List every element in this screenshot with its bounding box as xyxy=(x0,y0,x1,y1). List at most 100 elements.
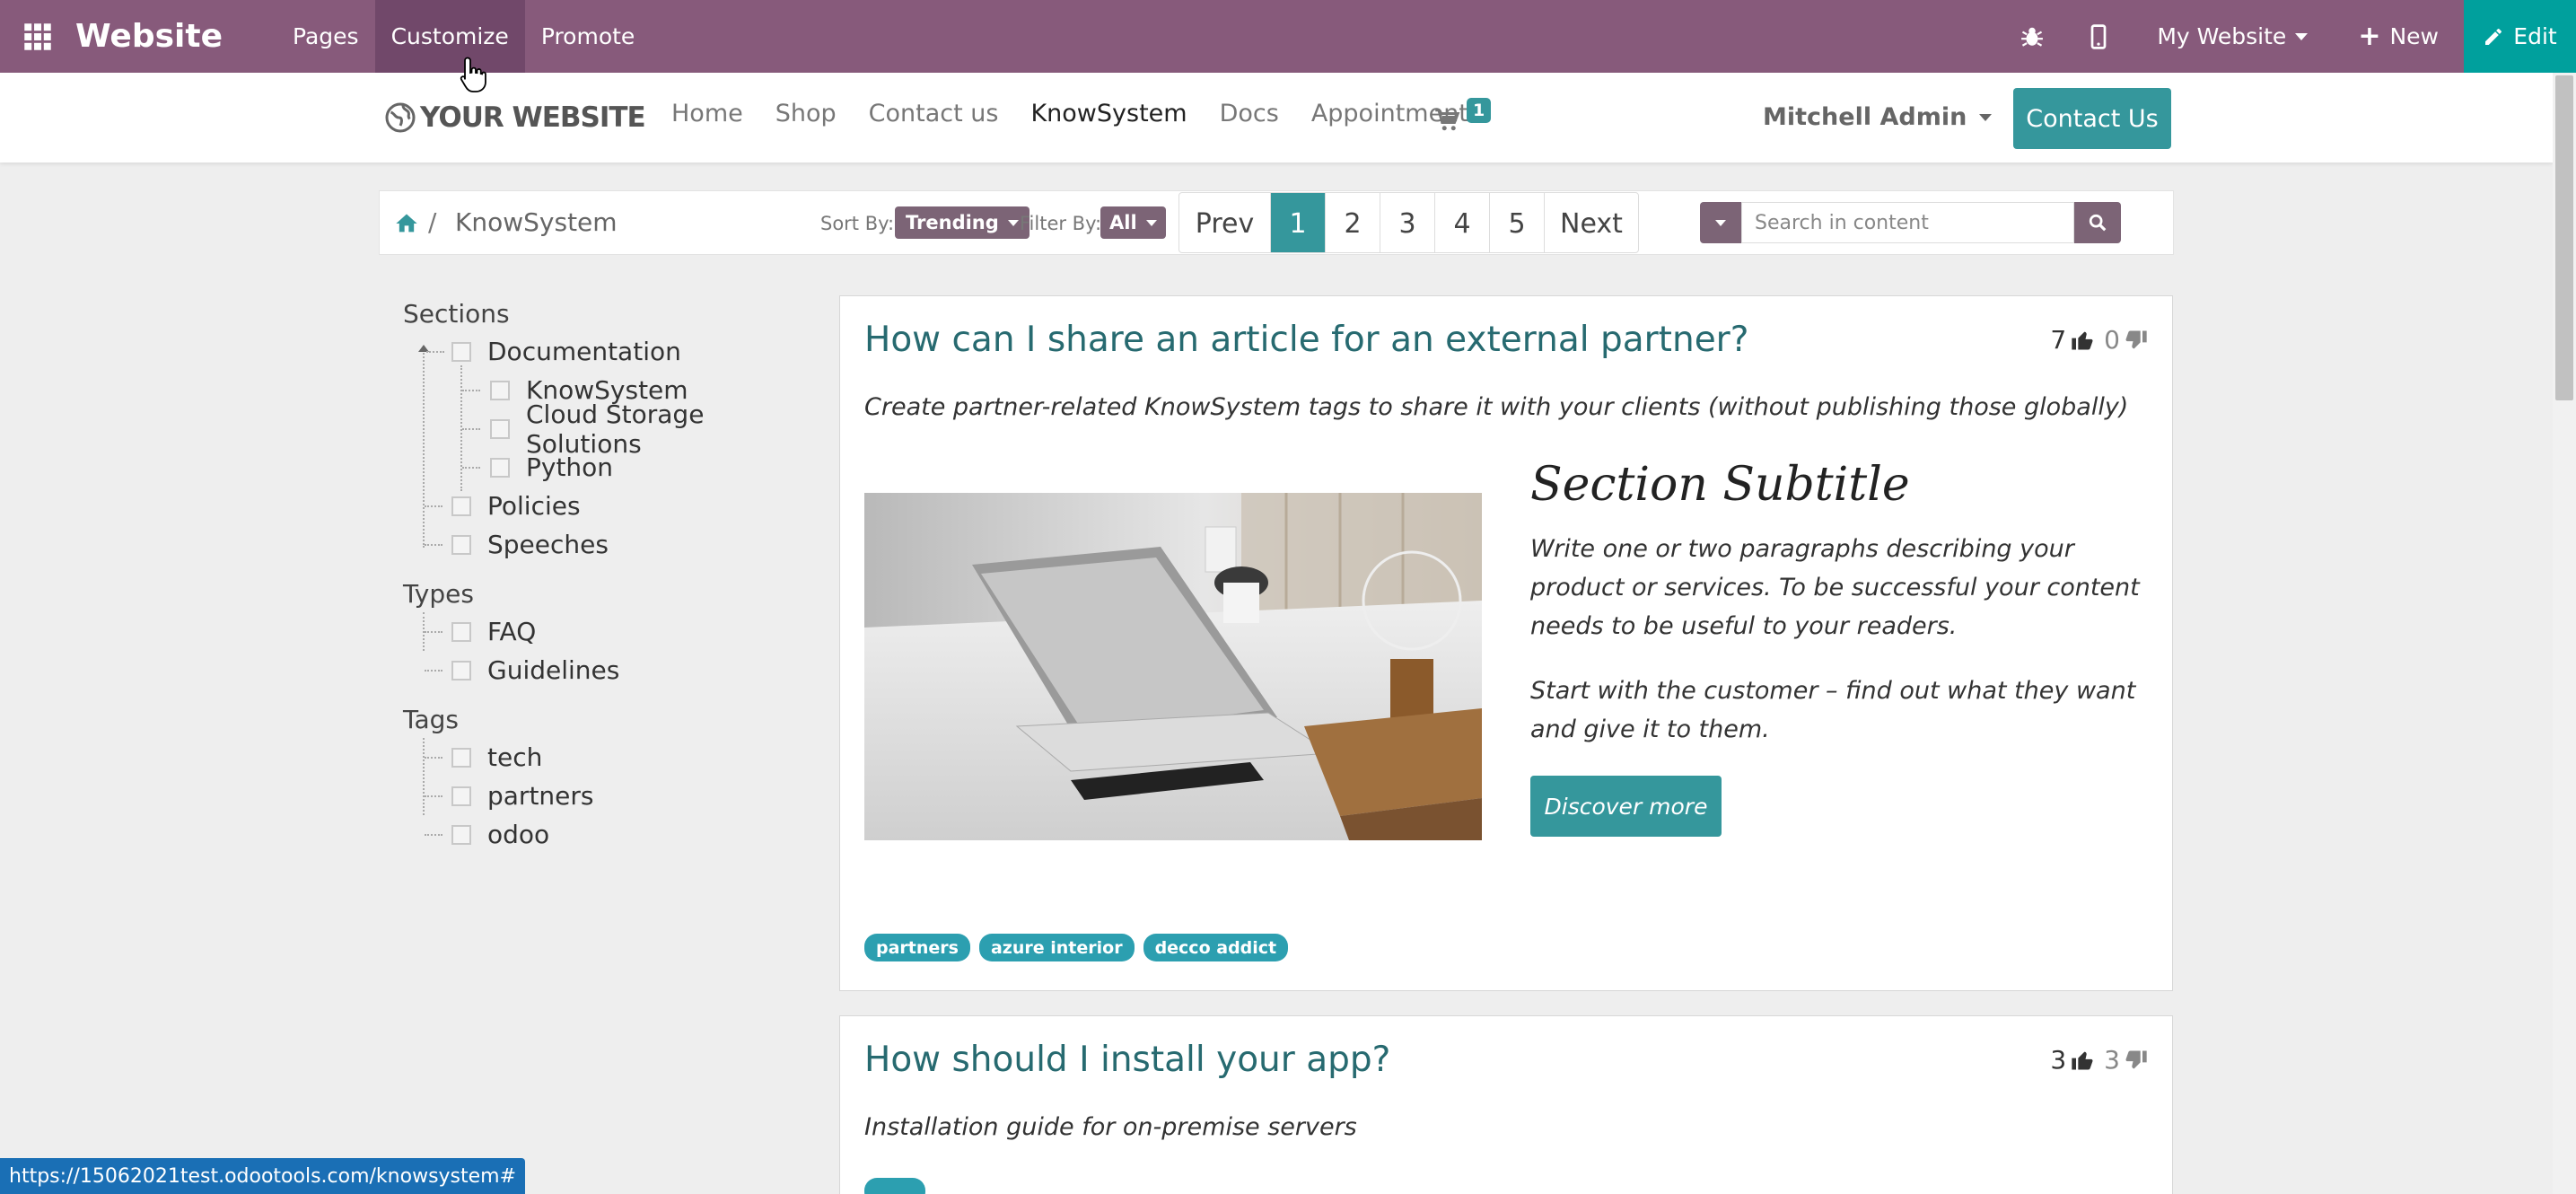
plus-icon: + xyxy=(2358,21,2381,52)
knowsystem-sidebar: Sections Documentation KnowSystem Cloud … xyxy=(403,296,825,854)
my-website-dropdown[interactable]: My Website xyxy=(2132,0,2333,73)
article-tags: partners azure interior decco addict xyxy=(864,934,1297,961)
tag-item[interactable]: odoo xyxy=(403,815,825,854)
admin-topbar: Website Pages Customize Promote My Websi… xyxy=(0,0,2576,73)
article-title[interactable]: How should I install your app? xyxy=(864,1040,1390,1080)
section-checkbox[interactable] xyxy=(490,380,510,400)
section-item[interactable]: Documentation xyxy=(403,332,825,548)
tag-checkbox[interactable] xyxy=(451,824,471,845)
types-title: Types xyxy=(403,579,474,609)
cart-link[interactable]: 1 xyxy=(1434,94,1497,139)
article-summary: Create partner-related KnowSystem tags t… xyxy=(864,393,2129,421)
section-label: Policies xyxy=(487,491,581,521)
type-checkbox[interactable] xyxy=(451,621,471,642)
type-label: Guidelines xyxy=(487,655,620,685)
bug-icon[interactable] xyxy=(1999,0,2065,73)
article-summary: Installation guide for on-premise server… xyxy=(864,1113,1357,1141)
like-count: 3 xyxy=(2050,1045,2067,1075)
pager-page-4[interactable]: 4 xyxy=(1435,193,1490,252)
tag-label: tech xyxy=(487,742,543,772)
contact-us-button[interactable]: Contact Us xyxy=(2013,88,2171,149)
article-card: How can I share an article for an extern… xyxy=(839,295,2173,991)
edit-button[interactable]: Edit xyxy=(2464,0,2576,73)
pager-prev[interactable]: Prev xyxy=(1179,193,1271,252)
section-checkbox[interactable] xyxy=(490,457,510,478)
search-icon xyxy=(2089,214,2107,232)
section-checkbox[interactable] xyxy=(451,341,471,362)
mobile-preview-icon[interactable] xyxy=(2065,0,2132,73)
search-options-dropdown[interactable] xyxy=(1700,202,1741,243)
thumbs-down-icon[interactable] xyxy=(2124,1048,2149,1073)
discover-more-button[interactable]: Discover more xyxy=(1530,776,1722,837)
article-paragraph: Start with the customer – find out what … xyxy=(1530,677,2136,743)
new-button[interactable]: + New xyxy=(2333,0,2464,73)
article-votes: 3 3 xyxy=(2050,1045,2149,1075)
search-button[interactable] xyxy=(2074,202,2121,243)
hand-cursor-icon xyxy=(460,57,486,92)
pager-page-2[interactable]: 2 xyxy=(1326,193,1380,252)
menu-pages[interactable]: Pages xyxy=(276,0,375,73)
type-label: FAQ xyxy=(487,617,537,646)
section-item[interactable]: Cloud Storage Solutions xyxy=(403,399,825,459)
section-checkbox[interactable] xyxy=(451,496,471,516)
article-votes: 7 0 xyxy=(2050,325,2149,355)
type-checkbox[interactable] xyxy=(451,660,471,680)
apps-menu-icon[interactable] xyxy=(0,0,75,73)
search-input[interactable] xyxy=(1741,202,2074,243)
sort-value: Trending xyxy=(906,212,999,233)
filter-bar: / KnowSystem Sort By: Trending Filter By… xyxy=(379,190,2174,255)
section-item[interactable]: Python xyxy=(403,448,825,487)
thumbs-up-icon[interactable] xyxy=(2070,1048,2095,1073)
tags-title: Tags xyxy=(403,705,459,734)
article-title[interactable]: How can I share an article for an extern… xyxy=(864,320,1748,360)
nav-knowsystem[interactable]: KnowSystem xyxy=(1030,100,1187,127)
thumbs-down-icon[interactable] xyxy=(2124,328,2149,353)
pager-page-3[interactable]: 3 xyxy=(1380,193,1435,252)
sort-dropdown[interactable]: Trending xyxy=(895,206,1030,239)
filter-label: Filter By: xyxy=(1020,213,1102,234)
sort-label: Sort By: xyxy=(820,213,895,234)
chevron-down-icon xyxy=(1145,219,1157,226)
tag-badge[interactable]: azure interior xyxy=(978,934,1135,961)
pager-next[interactable]: Next xyxy=(1545,193,1638,252)
nav-shop[interactable]: Shop xyxy=(775,100,837,127)
filter-dropdown[interactable]: All xyxy=(1100,206,1166,239)
tag-badge[interactable]: partners xyxy=(864,934,970,961)
scrollbar-thumb[interactable] xyxy=(2555,75,2573,400)
breadcrumb-current: KnowSystem xyxy=(455,207,618,237)
chevron-down-icon xyxy=(1979,113,1993,121)
article-card: How should I install your app? 3 3 Insta… xyxy=(839,1015,2173,1194)
pager-page-5[interactable]: 5 xyxy=(1490,193,1545,252)
logo-text: YOUR WEBSITE xyxy=(420,101,646,134)
tag-checkbox[interactable] xyxy=(451,747,471,768)
section-checkbox[interactable] xyxy=(451,534,471,555)
menu-promote[interactable]: Promote xyxy=(525,0,652,73)
nav-contact-us[interactable]: Contact us xyxy=(869,100,999,127)
tag-badge[interactable] xyxy=(864,1178,925,1194)
main-nav: Home Shop Contact us KnowSystem Docs App… xyxy=(671,100,1513,127)
type-item[interactable]: Guidelines xyxy=(403,651,825,689)
dislike-count: 3 xyxy=(2104,1045,2120,1075)
menu-customize[interactable]: Customize xyxy=(374,0,525,73)
app-brand[interactable]: Website xyxy=(75,18,223,55)
section-label: Documentation xyxy=(487,337,681,366)
nav-home[interactable]: Home xyxy=(671,100,743,127)
article-image xyxy=(864,493,1482,840)
section-checkbox[interactable] xyxy=(490,418,510,439)
nav-docs[interactable]: Docs xyxy=(1220,100,1279,127)
dislike-count: 0 xyxy=(2104,325,2120,355)
pager-page-1[interactable]: 1 xyxy=(1271,193,1326,252)
section-item[interactable]: Speeches xyxy=(403,525,825,564)
type-item[interactable]: FAQ xyxy=(403,612,825,651)
tag-badge[interactable]: decco addict xyxy=(1143,934,1289,961)
thumbs-up-icon[interactable] xyxy=(2070,328,2095,353)
section-item[interactable]: Policies xyxy=(403,487,825,525)
site-logo[interactable]: YOUR WEBSITE xyxy=(384,101,646,134)
tag-item[interactable]: tech xyxy=(403,738,825,815)
section-label: Python xyxy=(526,452,614,482)
home-icon[interactable] xyxy=(394,211,419,236)
user-menu[interactable]: Mitchell Admin xyxy=(1763,103,1993,131)
tag-checkbox[interactable] xyxy=(451,786,471,806)
my-website-label: My Website xyxy=(2157,23,2287,49)
tag-item[interactable]: partners xyxy=(403,777,825,815)
